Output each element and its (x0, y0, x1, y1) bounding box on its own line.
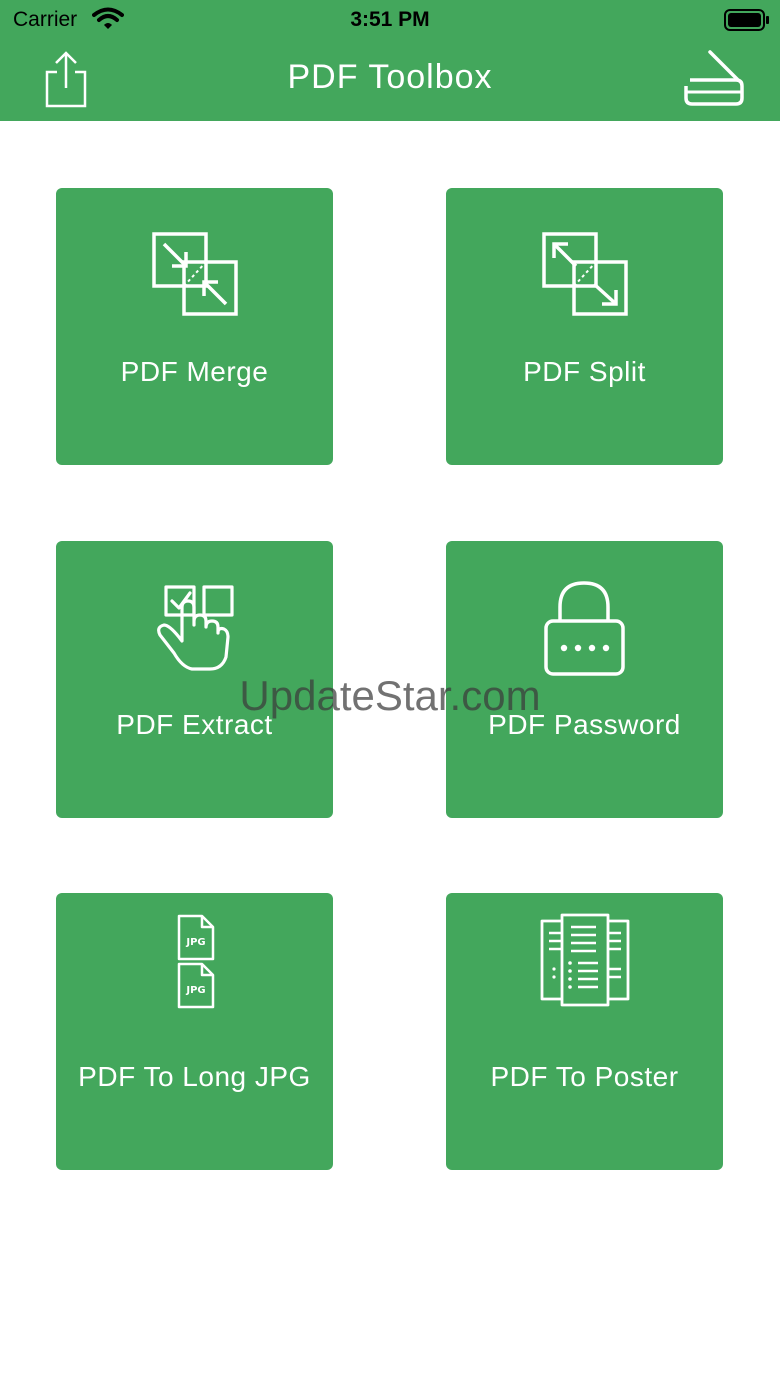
jpg-files-icon: JPG JPG (177, 914, 215, 1009)
tool-pdf-extract[interactable]: PDF Extract (56, 541, 333, 818)
jpg-label: JPG (185, 937, 205, 948)
tool-label: PDF Merge (120, 356, 269, 387)
tool-pdf-split[interactable]: PDF Split (446, 188, 723, 465)
tool-pdf-to-poster[interactable]: PDF To Poster (446, 893, 723, 1170)
scanner-icon[interactable] (682, 48, 746, 110)
lock-icon (544, 581, 625, 676)
tool-label: PDF Extract (116, 709, 273, 740)
jpg-label: JPG (185, 985, 205, 996)
app-header: Carrier 3:51 PM PDF Toolbox (0, 0, 780, 121)
status-bar: Carrier 3:51 PM (0, 0, 780, 40)
split-icon (542, 232, 628, 316)
tool-label: PDF To Poster (490, 1061, 679, 1092)
extract-icon (157, 585, 234, 671)
tool-label: PDF Split (523, 356, 646, 387)
tool-pdf-to-long-jpg[interactable]: JPG JPG PDF To Long JPG (56, 893, 333, 1170)
battery-icon (724, 9, 769, 31)
tool-pdf-password[interactable]: PDF Password (446, 541, 723, 818)
poster-icon (540, 913, 630, 1007)
tool-pdf-merge[interactable]: PDF Merge (56, 188, 333, 465)
merge-icon (152, 232, 238, 316)
clock: 3:51 PM (350, 8, 430, 31)
page-title: PDF Toolbox (287, 58, 493, 96)
tool-label: PDF To Long JPG (78, 1061, 311, 1092)
tool-label: PDF Password (488, 709, 681, 740)
